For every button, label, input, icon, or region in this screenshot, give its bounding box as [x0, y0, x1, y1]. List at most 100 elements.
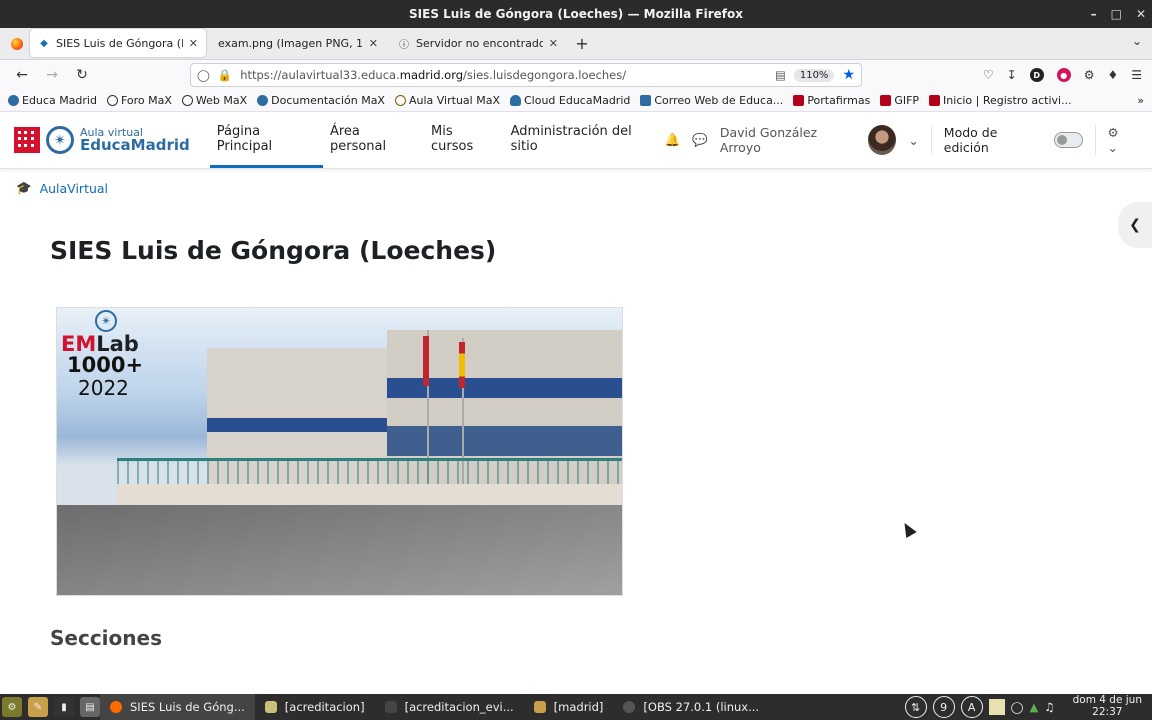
- photo-window-stripe: [207, 418, 387, 432]
- user-menu-chevron-down-icon[interactable]: ⌄: [908, 133, 918, 148]
- clipboard-icon[interactable]: [988, 699, 1005, 715]
- site-logo[interactable]: ✴ Aula virtual EducaMadrid: [14, 112, 190, 168]
- task-madrid[interactable]: [madrid]: [524, 694, 614, 720]
- zoom-level[interactable]: 110%: [793, 68, 835, 82]
- bookmark-web-max[interactable]: Web MaX: [181, 94, 248, 107]
- close-tab-icon[interactable]: ✕: [549, 37, 558, 50]
- bookmark-portafirmas[interactable]: Portafirmas: [793, 94, 870, 107]
- firefox-view-button[interactable]: [6, 29, 28, 59]
- shield-icon[interactable]: ◯: [197, 68, 210, 82]
- bookmark-correo-web[interactable]: Correo Web de Educa...: [640, 94, 783, 107]
- bookmark-foro-max[interactable]: Foro MaX: [106, 94, 172, 107]
- close-tab-icon[interactable]: ✕: [369, 37, 378, 50]
- volume-icon[interactable]: ♫: [1044, 700, 1054, 714]
- tab-servidor[interactable]: ⓘ Servidor no encontrado ✕: [390, 29, 566, 57]
- breadcrumb: 🎓 AulaVirtual: [16, 180, 108, 196]
- bookmark-icon: [929, 95, 941, 106]
- menu-pagina-principal[interactable]: Página Principal: [209, 112, 323, 168]
- terminal-launcher-icon[interactable]: ▮: [54, 697, 74, 717]
- window-title: SIES Luis de Góngora (Loeches) — Mozilla…: [409, 7, 743, 21]
- tab-sies[interactable]: ◆ SIES Luis de Góngora (Lo ✕: [30, 29, 206, 57]
- edit-mode-toggle[interactable]: [1053, 132, 1083, 148]
- emlab-year: 2022: [78, 376, 129, 400]
- globe-icon: [106, 95, 118, 106]
- menu-administracion-sitio[interactable]: Administración del sitio: [504, 112, 665, 168]
- emlab-logo: ✴ EMLab 1000+ 2022: [61, 310, 166, 398]
- usb-icon[interactable]: ⇅: [904, 696, 927, 718]
- emlab-star-icon: ✴: [95, 310, 117, 332]
- tab-exam-png[interactable]: exam.png (Imagen PNG, 139 ✕: [210, 29, 386, 57]
- tray-nine-indicator[interactable]: 9: [932, 696, 955, 718]
- firefox-icon: [110, 701, 122, 713]
- task-acreditacion-evi[interactable]: [acreditacion_evi...: [375, 694, 524, 720]
- maximize-icon[interactable]: □: [1111, 7, 1122, 21]
- bookmark-inicio-registro[interactable]: Inicio | Registro activi...: [929, 94, 1072, 107]
- extensions-icon[interactable]: ♦: [1107, 68, 1118, 82]
- pocket-icon[interactable]: ♡: [983, 68, 994, 82]
- bookmark-cloud-educamadrid[interactable]: Cloud EducaMadrid: [509, 94, 630, 107]
- notifications-bell-icon[interactable]: 🔔: [665, 132, 681, 148]
- gear-icon: [394, 95, 406, 106]
- minimize-icon[interactable]: –: [1091, 7, 1097, 21]
- photo-road: [57, 505, 622, 595]
- bookmark-educa-madrid[interactable]: Educa Madrid: [8, 94, 97, 107]
- tray-a-indicator[interactable]: A: [960, 696, 983, 718]
- close-window-icon[interactable]: ✕: [1136, 7, 1146, 21]
- page-title: SIES Luis de Góngora (Loeches): [50, 236, 497, 265]
- url-text[interactable]: https://aulavirtual33.educa.madrid.org/s…: [240, 68, 767, 82]
- bookmark-documentacion-max[interactable]: Documentación MaX: [257, 94, 385, 107]
- updates-icon[interactable]: ▲: [1029, 700, 1038, 714]
- bookmark-star-icon[interactable]: ★: [842, 67, 855, 83]
- menu-area-personal[interactable]: Área personal: [323, 112, 424, 168]
- cloud-icon: [509, 95, 521, 106]
- bookmark-label: Web MaX: [195, 94, 248, 107]
- window-controls: – □ ✕: [1091, 0, 1146, 28]
- edit-mode-label: Modo de edición: [943, 125, 998, 155]
- list-all-tabs-icon[interactable]: ⌄: [1132, 34, 1142, 48]
- divider: [1094, 125, 1096, 155]
- tab-strip: ◆ SIES Luis de Góngora (Lo ✕ exam.png (I…: [0, 28, 1152, 60]
- reader-view-icon[interactable]: ▤: [775, 68, 786, 82]
- lock-icon[interactable]: 🔒: [218, 68, 232, 82]
- graduation-cap-icon: 🎓: [16, 180, 32, 195]
- clock[interactable]: dom 4 de jun 22:37: [1073, 695, 1142, 718]
- downloads-icon[interactable]: ↧: [1007, 68, 1017, 82]
- obs-icon: [623, 701, 636, 713]
- moodle-hat-icon: ◆: [40, 37, 48, 49]
- breadcrumb-aulavirtual[interactable]: AulaVirtual: [40, 181, 108, 196]
- user-name[interactable]: David González Arroyo: [720, 125, 856, 155]
- reload-icon[interactable]: ↻: [70, 63, 94, 87]
- avatar[interactable]: [867, 125, 897, 155]
- network-icon[interactable]: ◯: [1011, 700, 1024, 714]
- new-tab-button[interactable]: +: [568, 29, 596, 57]
- site-navbar: ✴ Aula virtual EducaMadrid Página Princi…: [0, 112, 1152, 169]
- bookmark-gifp[interactable]: GIFP: [880, 94, 919, 107]
- address-bar[interactable]: ◯ 🔒 https://aulavirtual33.educa.madrid.o…: [190, 63, 862, 87]
- open-drawer-chevron-left-icon[interactable]: ❮: [1118, 202, 1152, 248]
- settings-gear-icon[interactable]: ⚙ ⌄: [1108, 125, 1133, 155]
- close-tab-icon[interactable]: ✕: [189, 37, 198, 50]
- extension-d-icon[interactable]: D: [1029, 68, 1044, 82]
- messages-icon[interactable]: 💬: [692, 132, 708, 148]
- task-acreditacion[interactable]: [acreditacion]: [255, 694, 375, 720]
- menu-icon[interactable]: ☰: [1131, 68, 1142, 82]
- comunidad-madrid-logo: [14, 127, 40, 153]
- bookmarks-overflow-icon[interactable]: »: [1137, 94, 1144, 107]
- task-obs[interactable]: [OBS 27.0.1 (linux...: [613, 694, 769, 720]
- page-content: ✴ Aula virtual EducaMadrid Página Princi…: [0, 112, 1152, 690]
- text-editor-launcher-icon[interactable]: ✎: [28, 697, 48, 717]
- app-menu-icon[interactable]: ⚙: [2, 697, 22, 717]
- globe-icon: [181, 95, 193, 106]
- menu-mis-cursos[interactable]: Mis cursos: [424, 112, 504, 168]
- bookmark-label: Aula Virtual MaX: [408, 94, 500, 107]
- task-firefox[interactable]: SIES Luis de Góng...: [100, 694, 255, 720]
- extension-pink-icon[interactable]: ●: [1056, 68, 1071, 82]
- forward-icon[interactable]: →: [40, 63, 64, 87]
- task-label: SIES Luis de Góng...: [130, 700, 245, 714]
- screen-launcher-icon[interactable]: ▤: [80, 697, 100, 717]
- extension-puzzle-icon[interactable]: ⚙: [1084, 68, 1095, 82]
- back-icon[interactable]: ←: [10, 63, 34, 87]
- bookmark-label: Foro MaX: [120, 94, 172, 107]
- bookmark-label: Inicio | Registro activi...: [943, 94, 1072, 107]
- bookmark-aula-virtual-max[interactable]: Aula Virtual MaX: [394, 94, 500, 107]
